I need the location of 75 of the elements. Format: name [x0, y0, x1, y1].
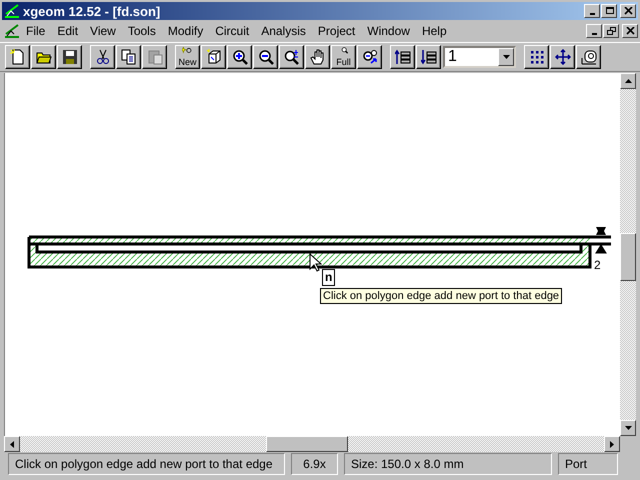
toolbar-button[interactable] [90, 45, 115, 69]
menu-item[interactable]: Help [416, 24, 453, 38]
toolbar-button[interactable] [390, 45, 415, 69]
left-arrow-icon [10, 440, 14, 448]
restore-icon [606, 27, 616, 35]
zoom-in-icon [232, 49, 248, 65]
zoom-out-icon [258, 49, 274, 65]
close-button[interactable] [620, 4, 636, 18]
menu-item[interactable]: Window [361, 24, 416, 38]
close-button[interactable] [622, 24, 638, 38]
copy-icon [120, 49, 136, 65]
restore-button[interactable] [603, 24, 619, 38]
toolbar-button[interactable] [279, 45, 304, 69]
minimize-button[interactable] [586, 24, 602, 38]
horizontal-scrollbar[interactable] [4, 436, 620, 452]
toolbar-button[interactable] [201, 45, 226, 69]
window-title: xgeom 12.52 - [fd.son] [23, 4, 162, 18]
tooltip: Click on polygon edge add new port to that edge [320, 288, 562, 304]
toolbar-button[interactable] [5, 45, 30, 69]
stack-down-icon [420, 49, 436, 65]
zoom-level: 6.9x [291, 453, 338, 475]
down-arrow-icon [624, 426, 632, 430]
maximize-button[interactable] [601, 4, 617, 18]
menu-item[interactable]: View [84, 24, 122, 38]
stack-up-icon [394, 49, 410, 65]
new-file-icon [10, 49, 26, 65]
toolbar-button[interactable] [524, 45, 549, 69]
status-message: Click on polygon edge add new port to that edge [8, 453, 285, 475]
cube-icon [206, 49, 222, 65]
scissors-icon [94, 49, 110, 65]
menu-item[interactable]: File [20, 24, 52, 38]
port-number: 2 [594, 258, 601, 272]
toolbar-button[interactable] [31, 45, 56, 69]
mode-indicator: Port [558, 453, 618, 475]
toolbar-button[interactable] [550, 45, 575, 69]
grid-icon [528, 49, 544, 65]
menu-item[interactable]: Circuit [209, 24, 256, 38]
toolbar-button[interactable] [227, 45, 252, 69]
close-icon [626, 27, 634, 35]
paste-icon [146, 49, 162, 65]
toolbar-button[interactable] [357, 45, 382, 69]
toolbar-button[interactable] [57, 45, 82, 69]
port-marker-icon [596, 227, 607, 254]
document-icon [4, 23, 20, 39]
size-readout: Size: 150.0 x 8.0 mm [344, 453, 552, 475]
minimize-button[interactable] [584, 4, 600, 18]
toolbar-button[interactable] [576, 45, 601, 69]
zoom-arrows-icon [362, 49, 378, 65]
toolbar-button[interactable] [416, 45, 441, 69]
move-icon [554, 49, 570, 65]
menu-item[interactable]: Tools [122, 24, 162, 38]
layer-dropdown[interactable]: 1 [443, 46, 516, 68]
scroll-thumb[interactable] [620, 233, 636, 281]
zoom-icon [284, 49, 300, 65]
vertical-scrollbar[interactable] [620, 73, 636, 436]
close-icon [624, 7, 632, 15]
caret-icon [502, 55, 510, 59]
scroll-thumb[interactable] [266, 436, 348, 452]
toolbar-button[interactable]: Full [331, 45, 356, 69]
up-arrow-icon [624, 79, 632, 83]
menu-item[interactable]: Modify [162, 24, 210, 38]
right-arrow-icon [610, 440, 614, 448]
cursor-icon [310, 252, 322, 272]
app-icon [4, 3, 20, 19]
menu-item[interactable]: Project [312, 24, 362, 38]
tape-measure-icon [580, 49, 596, 65]
maximize-icon [604, 7, 614, 15]
toolbar-button[interactable] [305, 45, 330, 69]
toolbar-button[interactable] [253, 45, 278, 69]
cursor-hint: n [322, 269, 336, 286]
hand-icon [310, 49, 326, 65]
toolbar-button[interactable]: New [175, 45, 200, 69]
toolbar-button[interactable] [116, 45, 141, 69]
menu-item[interactable]: Analysis [255, 24, 312, 38]
menu-item[interactable]: Edit [51, 24, 84, 38]
